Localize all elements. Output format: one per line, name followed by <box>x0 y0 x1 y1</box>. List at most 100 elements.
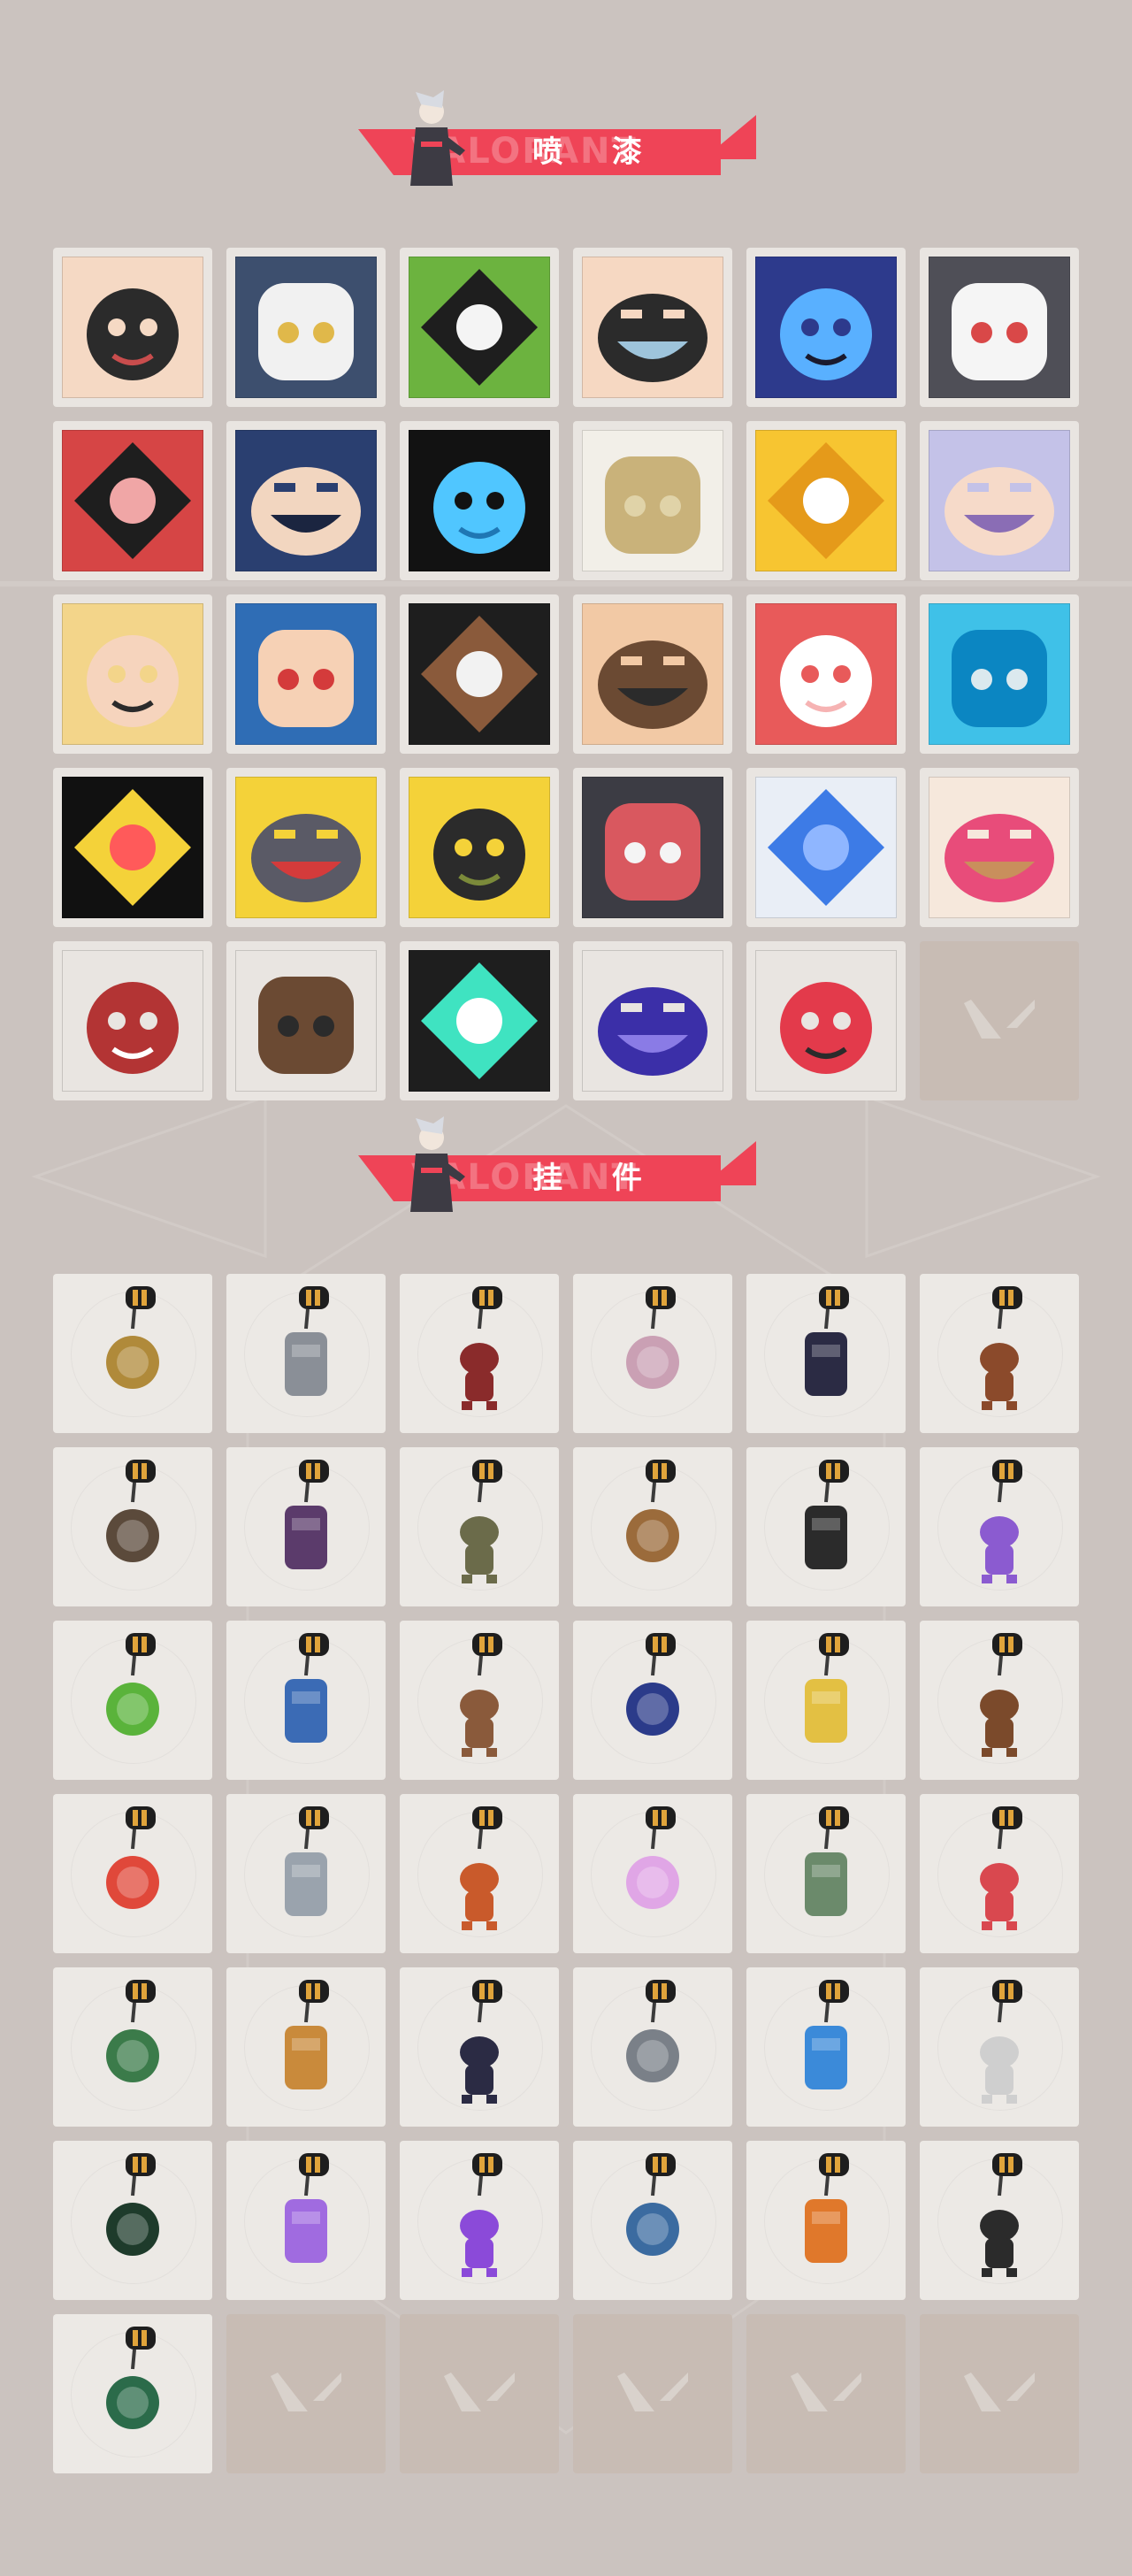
gun-block-buddy-icon <box>106 1460 159 1562</box>
buddy-tile[interactable] <box>920 1274 1079 1433</box>
buddy-tile[interactable] <box>573 1274 732 1433</box>
jellyfish-buddy-icon <box>285 2153 329 2263</box>
buddy-tile[interactable] <box>746 1274 906 1433</box>
spray-tile[interactable] <box>920 594 1079 754</box>
spray-tile[interactable] <box>573 248 732 407</box>
buddy-tile[interactable] <box>226 2141 386 2300</box>
lava-lamp-buddy-icon <box>980 1460 1022 1583</box>
spray-tile[interactable] <box>226 941 386 1100</box>
spray-slot-empty <box>920 941 1079 1100</box>
spray-tile[interactable] <box>573 941 732 1100</box>
buddy-tile[interactable] <box>573 1967 732 2127</box>
buddy-tile[interactable] <box>573 1621 732 1780</box>
spray-tile[interactable] <box>53 594 212 754</box>
buddy-tile[interactable] <box>746 1621 906 1780</box>
spray-tile[interactable] <box>400 941 559 1100</box>
neon-star-spray-icon <box>755 777 897 918</box>
buddy-tile[interactable] <box>920 1794 1079 1953</box>
spray-tile[interactable] <box>400 421 559 580</box>
spray-tile[interactable] <box>920 421 1079 580</box>
buddy-tile[interactable] <box>226 1621 386 1780</box>
agent-mascot-icon <box>410 90 465 186</box>
bearded-agent-spray-icon <box>582 603 723 745</box>
buddy-tile[interactable] <box>400 1447 559 1606</box>
buddy-tile[interactable] <box>746 1794 906 1953</box>
buddy-tile[interactable] <box>573 1794 732 1953</box>
spray-tile[interactable] <box>400 248 559 407</box>
valorant-logo-placeholder-icon <box>964 2373 1035 2411</box>
spray-tile[interactable] <box>53 941 212 1100</box>
spray-tile[interactable] <box>920 248 1079 407</box>
silver-hook-buddy-icon <box>626 1980 679 2082</box>
radio-device-buddy-icon <box>460 1633 502 1757</box>
dark-agent-spray-icon <box>755 257 897 398</box>
cowboy-bot-buddy-icon <box>460 1460 502 1583</box>
spray-tile[interactable] <box>746 421 906 580</box>
buddy-tile[interactable] <box>226 1447 386 1606</box>
buddy-tile[interactable] <box>573 1447 732 1606</box>
green-gem-buddy-icon <box>106 2327 159 2429</box>
valorant-logo-placeholder-icon <box>964 1000 1035 1039</box>
buddy-tile[interactable] <box>400 1621 559 1780</box>
buddy-tile[interactable] <box>53 2314 212 2473</box>
sprays-section-title: 喷 漆 <box>532 134 662 170</box>
green-phone-buddy-icon <box>106 1633 159 1736</box>
spray-tile[interactable] <box>573 594 732 754</box>
spray-tile[interactable] <box>226 594 386 754</box>
buddy-tile[interactable] <box>53 1794 212 1953</box>
girl-pencil-spray-icon <box>62 257 203 398</box>
penguin-beanie-spray-icon <box>235 257 377 398</box>
buddy-tile[interactable] <box>920 1621 1079 1780</box>
buddy-tile[interactable] <box>53 1621 212 1780</box>
valorant-logo-placeholder-icon <box>444 2373 515 2411</box>
buddy-tile[interactable] <box>920 1447 1079 1606</box>
sunglasses-agent-spray-icon <box>409 603 550 745</box>
boxer-bear-buddy-icon <box>980 1286 1022 1410</box>
spray-tile[interactable] <box>746 941 906 1100</box>
gramophone-buddy-icon <box>805 1460 849 1569</box>
blue-claw-spray-icon <box>409 430 550 571</box>
spray-tile[interactable] <box>573 768 732 927</box>
cupcake-buddy-icon <box>626 1286 679 1389</box>
red-blob-spray-icon <box>62 430 203 571</box>
buddy-tile[interactable] <box>920 1967 1079 2127</box>
spray-tile[interactable] <box>400 594 559 754</box>
gold-vct-logo-spray-icon <box>582 430 723 571</box>
buddy-tile[interactable] <box>226 1794 386 1953</box>
buddy-tile[interactable] <box>53 2141 212 2300</box>
hot-air-balloon-buddy-icon <box>460 1806 502 1930</box>
spray-tile[interactable] <box>920 768 1079 927</box>
spray-tile[interactable] <box>53 248 212 407</box>
spray-tile[interactable] <box>746 768 906 927</box>
spray-tile[interactable] <box>746 248 906 407</box>
spray-tile[interactable] <box>53 421 212 580</box>
spray-tile[interactable] <box>400 768 559 927</box>
spray-tile[interactable] <box>226 421 386 580</box>
spray-tile[interactable] <box>573 421 732 580</box>
buddy-slot-empty <box>226 2314 386 2473</box>
buddy-tile[interactable] <box>400 2141 559 2300</box>
buddy-slot-empty <box>920 2314 1079 2473</box>
buddy-tile[interactable] <box>746 1967 906 2127</box>
buddy-tile[interactable] <box>400 1274 559 1433</box>
buddy-tile[interactable] <box>920 2141 1079 2300</box>
silver-agent-buddy-icon <box>285 1806 329 1916</box>
buddy-tile[interactable] <box>400 1967 559 2127</box>
agent-figure-buddy-icon <box>285 1460 329 1569</box>
buddy-tile[interactable] <box>53 1447 212 1606</box>
spray-tile[interactable] <box>746 594 906 754</box>
buddy-tile[interactable] <box>53 1274 212 1433</box>
buddy-tile[interactable] <box>400 1794 559 1953</box>
buddy-tile[interactable] <box>746 1447 906 1606</box>
spray-tile[interactable] <box>226 768 386 927</box>
spray-tile[interactable] <box>226 248 386 407</box>
buddies-section-title: 挂 件 <box>532 1161 662 1196</box>
buddy-tile[interactable] <box>226 1967 386 2127</box>
smug-face-spray-icon <box>582 257 723 398</box>
ep9-gold-disc-buddy-icon <box>460 1980 502 2104</box>
buddy-tile[interactable] <box>226 1274 386 1433</box>
buddy-tile[interactable] <box>573 2141 732 2300</box>
buddy-tile[interactable] <box>746 2141 906 2300</box>
spray-tile[interactable] <box>53 768 212 927</box>
buddy-tile[interactable] <box>53 1967 212 2127</box>
